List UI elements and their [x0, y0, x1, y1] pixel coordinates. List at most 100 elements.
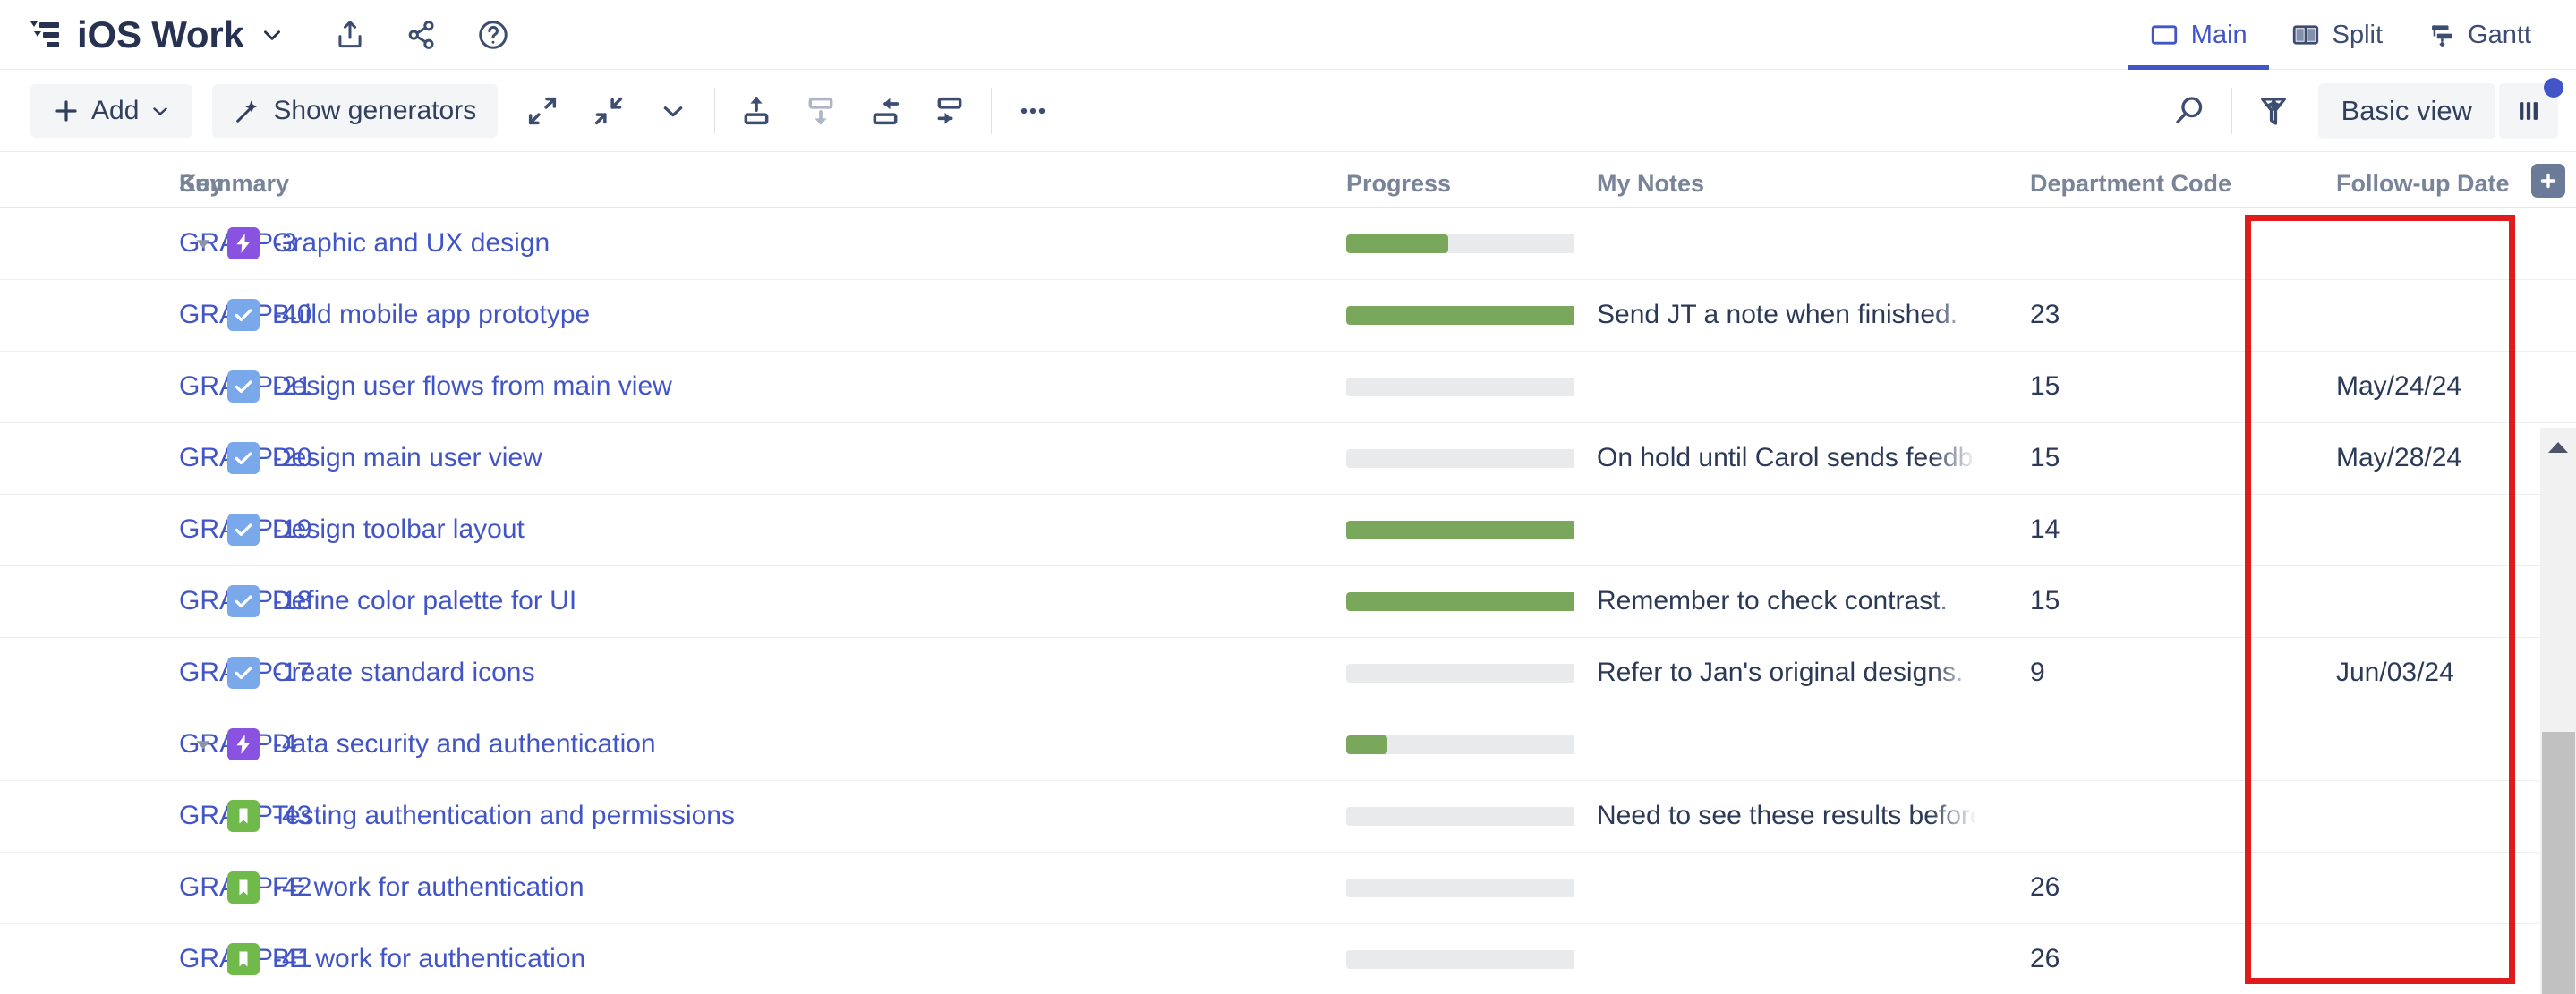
table-row[interactable]: GRAPP-4Data security and authentication [0, 709, 2576, 780]
cell-department-code[interactable] [1976, 709, 2254, 780]
cell-my-notes[interactable] [1574, 494, 1976, 565]
table-row[interactable]: GRAPP-43Testing authentication and permi… [0, 780, 2576, 852]
cell-summary: Design user flows from main view [179, 351, 1314, 422]
cell-department-code[interactable]: 26 [1976, 852, 2254, 923]
toolbar-divider [714, 88, 715, 134]
show-generators-button[interactable]: Show generators [212, 84, 498, 138]
cell-department-code[interactable]: 26 [1976, 923, 2254, 994]
share-icon[interactable] [398, 12, 445, 58]
cell-my-notes[interactable]: Remember to check contrast. [1574, 565, 1976, 637]
column-header-summary[interactable]: Summary [179, 152, 1314, 208]
scrollbar-thumb[interactable] [2542, 732, 2575, 994]
row-disclosure-toggle[interactable] [179, 232, 227, 255]
issue-summary-link[interactable]: Graphic and UX design [272, 228, 550, 259]
column-header-key[interactable]: Key [0, 152, 179, 208]
export-icon[interactable] [327, 12, 373, 58]
vertical-scrollbar[interactable] [2540, 428, 2576, 994]
cell-follow-up-date[interactable] [2254, 208, 2522, 279]
cell-my-notes[interactable] [1574, 709, 1976, 780]
cell-my-notes[interactable] [1574, 852, 1976, 923]
issue-summary-link[interactable]: Define color palette for UI [272, 586, 576, 616]
tab-split[interactable]: Split [2269, 0, 2404, 70]
table-row[interactable]: GRAPP-3Graphic and UX design [0, 208, 2576, 279]
add-column-header[interactable] [2522, 152, 2576, 208]
cell-my-notes[interactable] [1574, 208, 1976, 279]
column-header-department-code[interactable]: Department Code [1976, 152, 2254, 208]
column-header-progress[interactable]: Progress [1314, 152, 1574, 208]
issue-summary-link[interactable]: Design user flows from main view [272, 371, 672, 402]
issue-summary-link[interactable]: Create standard icons [272, 658, 535, 688]
cell-department-code[interactable]: 14 [1976, 494, 2254, 565]
cell-follow-up-date[interactable] [2254, 565, 2522, 637]
cell-department-code[interactable]: 23 [1976, 279, 2254, 351]
tab-main[interactable]: Main [2128, 0, 2269, 70]
cell-progress [1314, 923, 1574, 994]
cell-department-code[interactable] [1976, 780, 2254, 852]
cell-department-code[interactable] [1976, 208, 2254, 279]
issue-summary-link[interactable]: Design toolbar layout [272, 514, 525, 545]
scroll-up-arrow-icon[interactable] [2540, 428, 2576, 467]
cell-follow-up-date[interactable] [2254, 494, 2522, 565]
table-row[interactable]: GRAPP-19Design toolbar layout14 [0, 494, 2576, 565]
search-icon[interactable] [2165, 86, 2215, 136]
cell-department-code[interactable]: 15 [1976, 422, 2254, 494]
cell-follow-up-date[interactable] [2254, 780, 2522, 852]
cell-department-code[interactable]: 15 [1976, 351, 2254, 422]
columns-button[interactable] [2499, 83, 2558, 139]
depth-chevron-down-icon[interactable] [648, 86, 698, 136]
cell-my-notes[interactable]: Need to see these results before f [1574, 780, 1976, 852]
expand-icon[interactable] [517, 86, 567, 136]
help-icon[interactable] [470, 12, 516, 58]
view-selector-button[interactable]: Basic view [2318, 83, 2495, 139]
my-notes-value: Need to see these results before f [1597, 801, 1976, 831]
cell-follow-up-date[interactable]: May/24/24 [2254, 351, 2522, 422]
cell-spacer [2522, 279, 2576, 351]
cell-my-notes[interactable] [1574, 923, 1976, 994]
move-right-icon[interactable] [925, 86, 975, 136]
cell-follow-up-date[interactable] [2254, 923, 2522, 994]
column-header-my-notes[interactable]: My Notes [1574, 152, 1976, 208]
cell-my-notes[interactable] [1574, 351, 1976, 422]
row-disclosure-toggle[interactable] [179, 733, 227, 756]
add-button[interactable]: Add [30, 84, 192, 138]
title-chevron-down-icon[interactable] [260, 23, 284, 47]
cell-department-code[interactable]: 15 [1976, 565, 2254, 637]
ellipsis-icon[interactable] [1008, 86, 1058, 136]
move-down-icon[interactable] [796, 86, 846, 136]
move-left-icon[interactable] [860, 86, 910, 136]
issue-type-task-icon [227, 657, 260, 689]
tab-gantt[interactable]: Gantt [2404, 0, 2553, 70]
cell-summary: Design main user view [179, 422, 1314, 494]
table-row[interactable]: GRAPP-17Create standard iconsRefer to Ja… [0, 637, 2576, 709]
collapse-icon[interactable] [584, 86, 634, 136]
cell-key: GRAPP-40 [0, 279, 179, 351]
cell-my-notes[interactable]: Refer to Jan's original designs. [1574, 637, 1976, 709]
issue-summary-link[interactable]: BE work for authentication [272, 944, 585, 974]
cell-department-code[interactable]: 9 [1976, 637, 2254, 709]
cell-my-notes[interactable]: On hold until Carol sends feedback [1574, 422, 1976, 494]
table-row[interactable]: GRAPP-42FE work for authentication26 [0, 852, 2576, 923]
plus-square-icon[interactable] [2531, 164, 2565, 198]
column-header-follow-up-date[interactable]: Follow-up Date [2254, 152, 2522, 208]
cell-follow-up-date[interactable] [2254, 709, 2522, 780]
issue-summary-link[interactable]: Data security and authentication [272, 729, 656, 760]
issue-table: Key Summary Progress My Notes Department… [0, 152, 2576, 994]
table-row[interactable]: GRAPP-20Design main user viewOn hold unt… [0, 422, 2576, 494]
move-up-icon[interactable] [731, 86, 781, 136]
table-row[interactable]: GRAPP-40 Build mobile app prototype Send J… [0, 279, 2576, 351]
issue-summary-link[interactable]: FE work for authentication [272, 872, 584, 903]
cell-follow-up-date[interactable] [2254, 852, 2522, 923]
table-row[interactable]: GRAPP-21Design user flows from main view… [0, 351, 2576, 422]
cell-follow-up-date[interactable] [2254, 279, 2522, 351]
issue-summary-link[interactable]: Testing authentication and permissions [272, 801, 735, 831]
filter-sparkle-icon[interactable] [2248, 86, 2299, 136]
issue-type-task-icon [227, 514, 260, 546]
cell-follow-up-date[interactable]: Jun/03/24 [2254, 637, 2522, 709]
table-row[interactable]: GRAPP-41BE work for authentication26 [0, 923, 2576, 994]
cell-follow-up-date[interactable]: May/28/24 [2254, 422, 2522, 494]
table-row[interactable]: GRAPP-18Define color palette for UIRemem… [0, 565, 2576, 637]
issue-summary-link[interactable]: Design main user view [272, 443, 542, 473]
issue-summary-link[interactable]: Build mobile app prototype [272, 300, 590, 330]
cell-my-notes[interactable]: Send JT a note when finished. [1574, 279, 1976, 351]
issue-type-epic-icon [227, 227, 260, 259]
